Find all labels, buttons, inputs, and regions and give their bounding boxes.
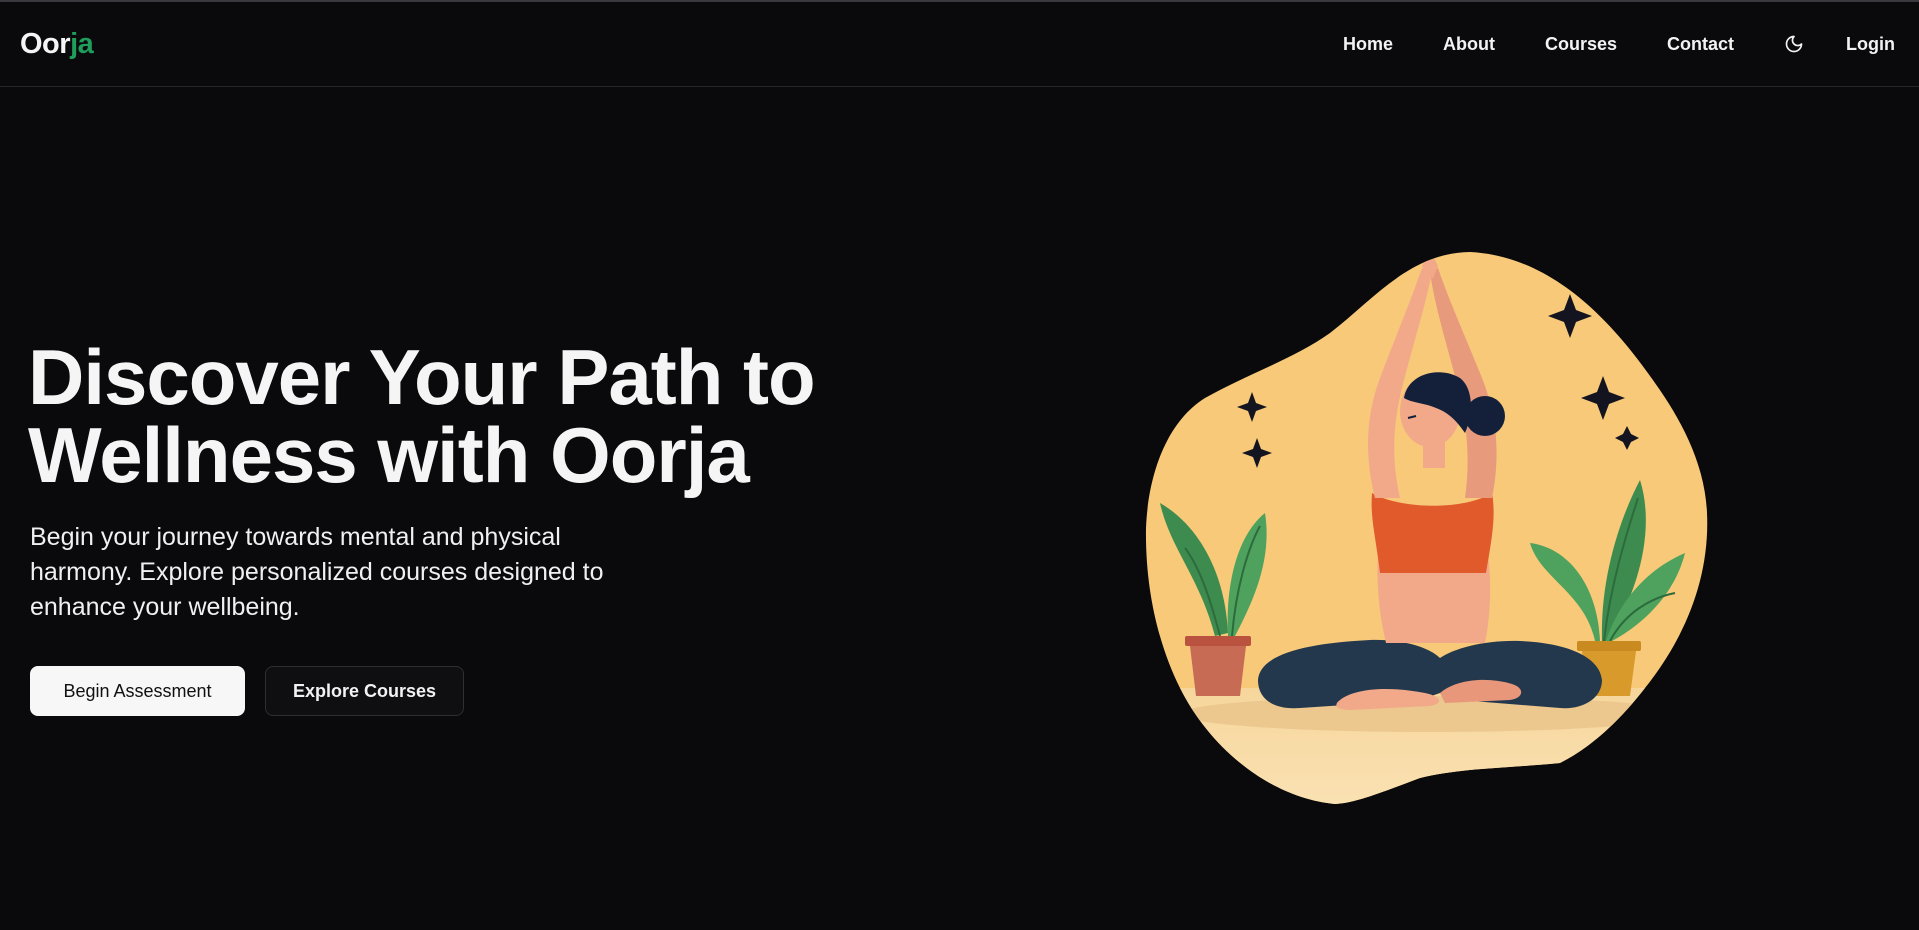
hero-title-line1: Discover Your Path to <box>28 333 816 421</box>
hero-subtitle: Begin your journey towards mental and ph… <box>30 523 604 621</box>
nav-links: Home About Courses Contact Login <box>1343 32 1895 56</box>
nav-about[interactable]: About <box>1443 34 1495 55</box>
moon-icon <box>1785 35 1803 53</box>
explore-courses-button[interactable]: Explore Courses <box>265 666 464 716</box>
nav-courses[interactable]: Courses <box>1545 34 1617 55</box>
logo-suffix: ja <box>70 27 94 60</box>
brand-logo[interactable]: Oorja <box>20 27 94 61</box>
nav-contact[interactable]: Contact <box>1667 34 1734 55</box>
hero-title: Discover Your Path to Wellness with Oorja <box>28 338 928 494</box>
begin-assessment-button[interactable]: Begin Assessment <box>30 666 245 716</box>
navbar: Oorja Home About Courses Contact Login <box>0 2 1919 87</box>
yoga-illustration <box>1145 252 1708 804</box>
nav-home[interactable]: Home <box>1343 34 1393 55</box>
logo-prefix: Oor <box>20 27 71 60</box>
theme-toggle-button[interactable] <box>1782 32 1806 56</box>
login-link[interactable]: Login <box>1846 34 1895 55</box>
hero-title-line2: Wellness with Oorja <box>28 411 750 499</box>
